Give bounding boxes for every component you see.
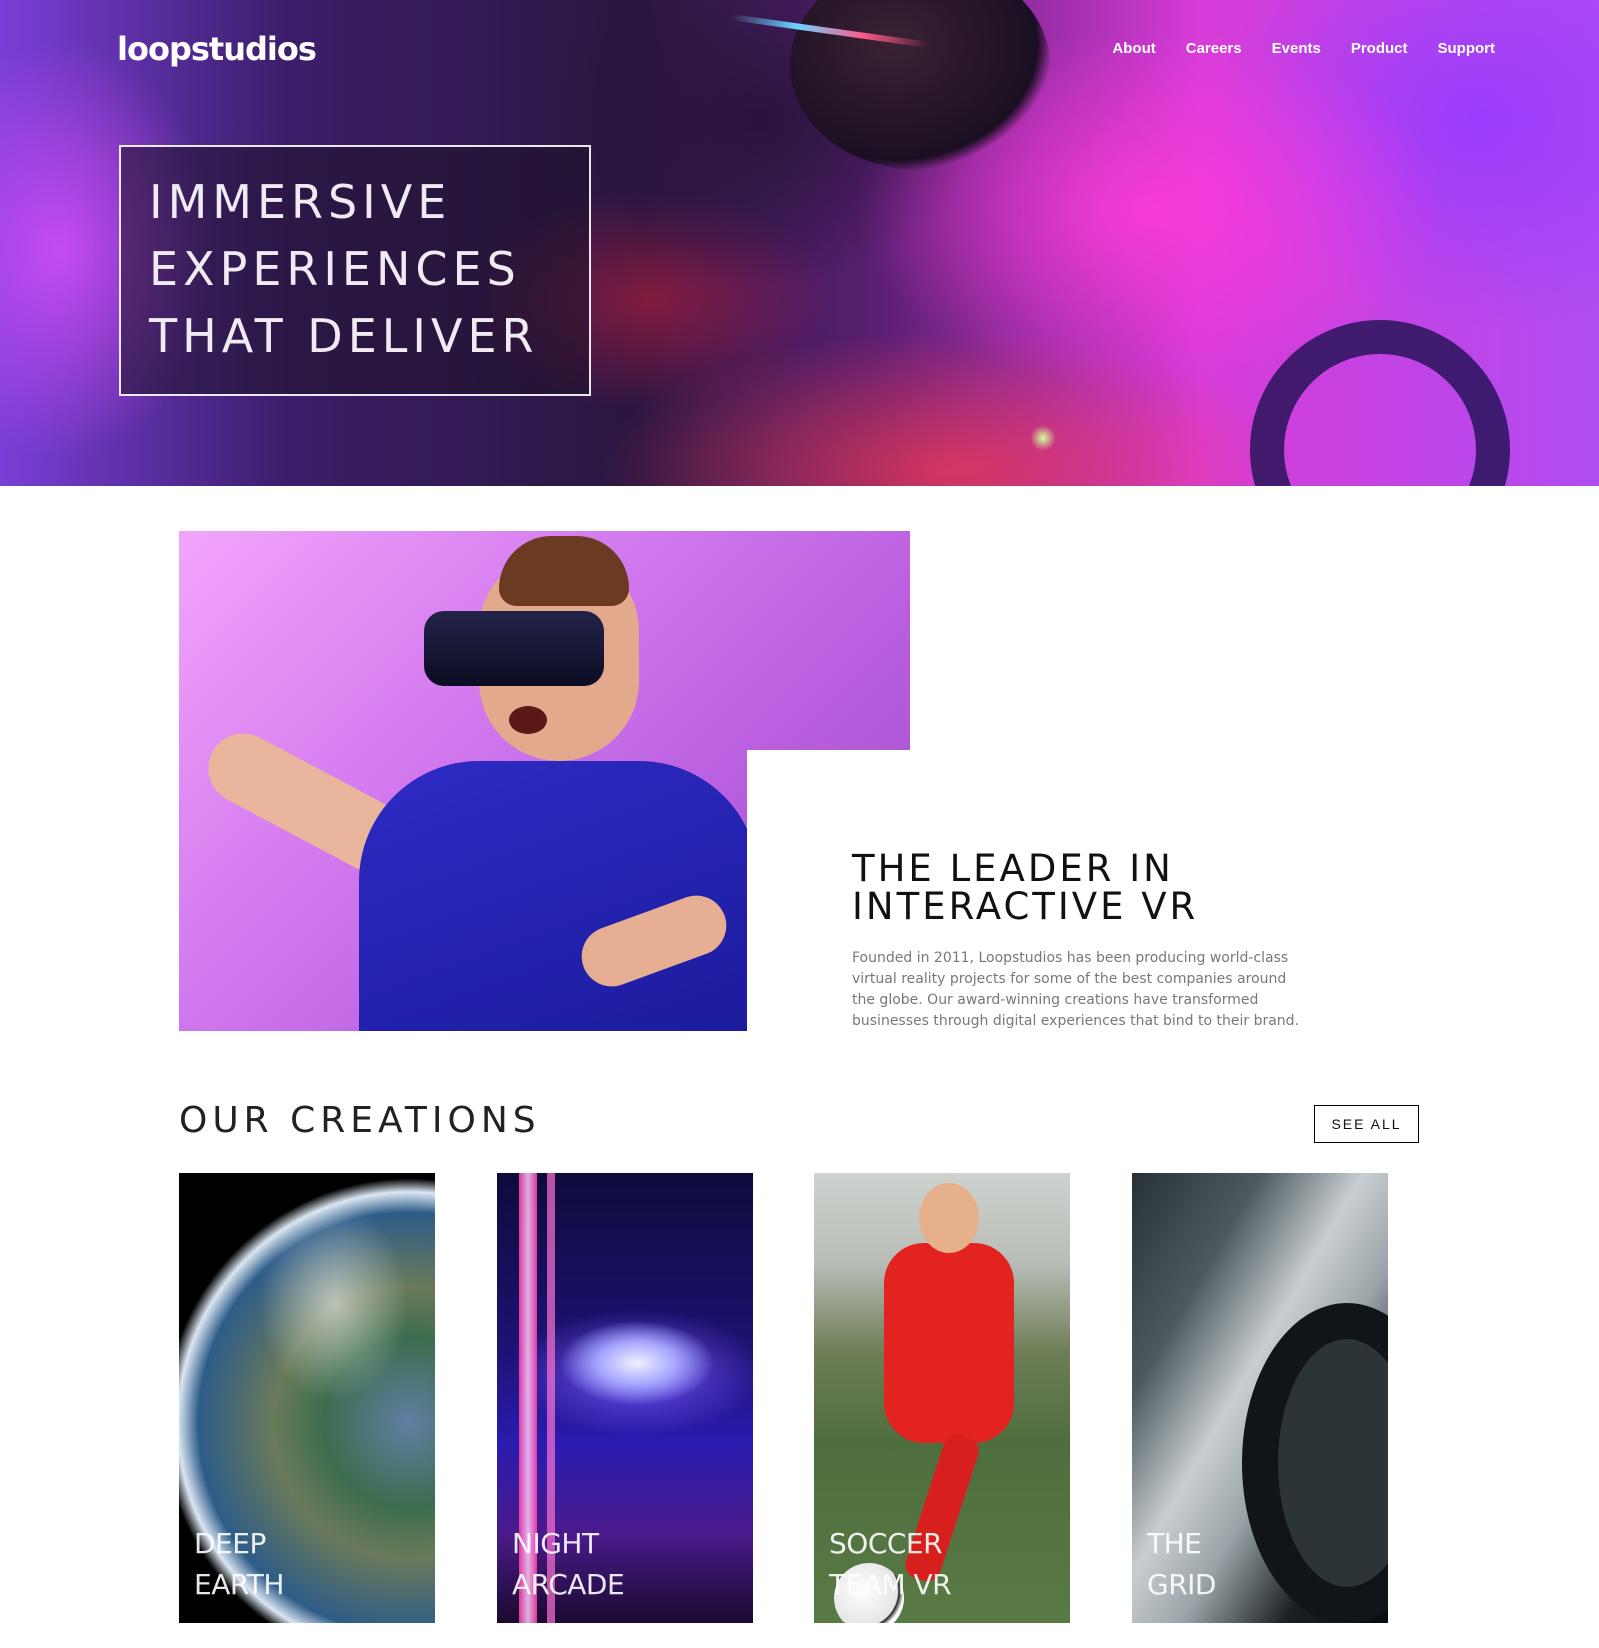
creation-label-line: EARTH (194, 1568, 284, 1601)
hero-title-line: THAT DELIVER (149, 309, 539, 363)
creation-card-night-arcade[interactable]: NIGHT ARCADE (497, 1173, 753, 1623)
creation-card-label: THE GRID (1147, 1523, 1216, 1605)
about-title-line: THE LEADER IN (852, 847, 1174, 890)
see-all-button[interactable]: SEE ALL (1314, 1105, 1419, 1143)
hero-title-line: EXPERIENCES (149, 242, 521, 296)
image-mouth (509, 706, 547, 734)
creation-card-soccer-team-vr[interactable]: SOCCER TEAM VR (814, 1173, 1070, 1623)
creation-label-line: GRID (1147, 1568, 1216, 1601)
image-hair (499, 536, 629, 606)
creation-card-the-grid[interactable]: THE GRID (1132, 1173, 1388, 1623)
nav-careers[interactable]: Careers (1186, 40, 1242, 57)
creation-label-line: TEAM VR (829, 1568, 952, 1601)
vr-headset (424, 611, 604, 686)
about-description: Founded in 2011, Loopstudios has been pr… (852, 950, 1300, 1029)
soccer-player (884, 1243, 1014, 1443)
hero-headline-box: IMMERSIVE EXPERIENCES THAT DELIVER (119, 145, 591, 396)
player-head (919, 1183, 979, 1253)
creation-label-line: ARCADE (512, 1568, 625, 1601)
creation-card-label: DEEP EARTH (194, 1523, 284, 1605)
creations-title: OUR CREATIONS (179, 1100, 541, 1141)
creation-card-label: SOCCER TEAM VR (829, 1523, 952, 1605)
creation-card-deep-earth[interactable]: DEEP EARTH (179, 1173, 435, 1623)
steering-wheel-image (1250, 320, 1510, 486)
hero-section: loopstudios About Careers Events Product… (0, 0, 1599, 486)
nav-about[interactable]: About (1112, 40, 1155, 57)
nav-events[interactable]: Events (1272, 40, 1321, 57)
earth-clouds (259, 1203, 409, 1403)
about-title-line: INTERACTIVE VR (852, 885, 1199, 928)
nav-support[interactable]: Support (1438, 40, 1496, 57)
about-title: THE LEADER IN INTERACTIVE VR (852, 850, 1332, 926)
nav-product[interactable]: Product (1351, 40, 1408, 57)
glow-light (1030, 425, 1056, 451)
creation-label-line: DEEP (194, 1527, 266, 1560)
hero-title-line: IMMERSIVE (149, 175, 452, 229)
logo[interactable]: loopstudios (117, 30, 317, 68)
creation-label-line: THE (1147, 1527, 1202, 1560)
creation-label-line: SOCCER (829, 1527, 943, 1560)
creation-label-line: NIGHT (512, 1527, 599, 1560)
vr-goggle-image (790, 0, 1050, 170)
car-tire (1242, 1303, 1388, 1623)
main-nav: About Careers Events Product Support (1112, 40, 1495, 57)
creation-card-label: NIGHT ARCADE (512, 1523, 625, 1605)
